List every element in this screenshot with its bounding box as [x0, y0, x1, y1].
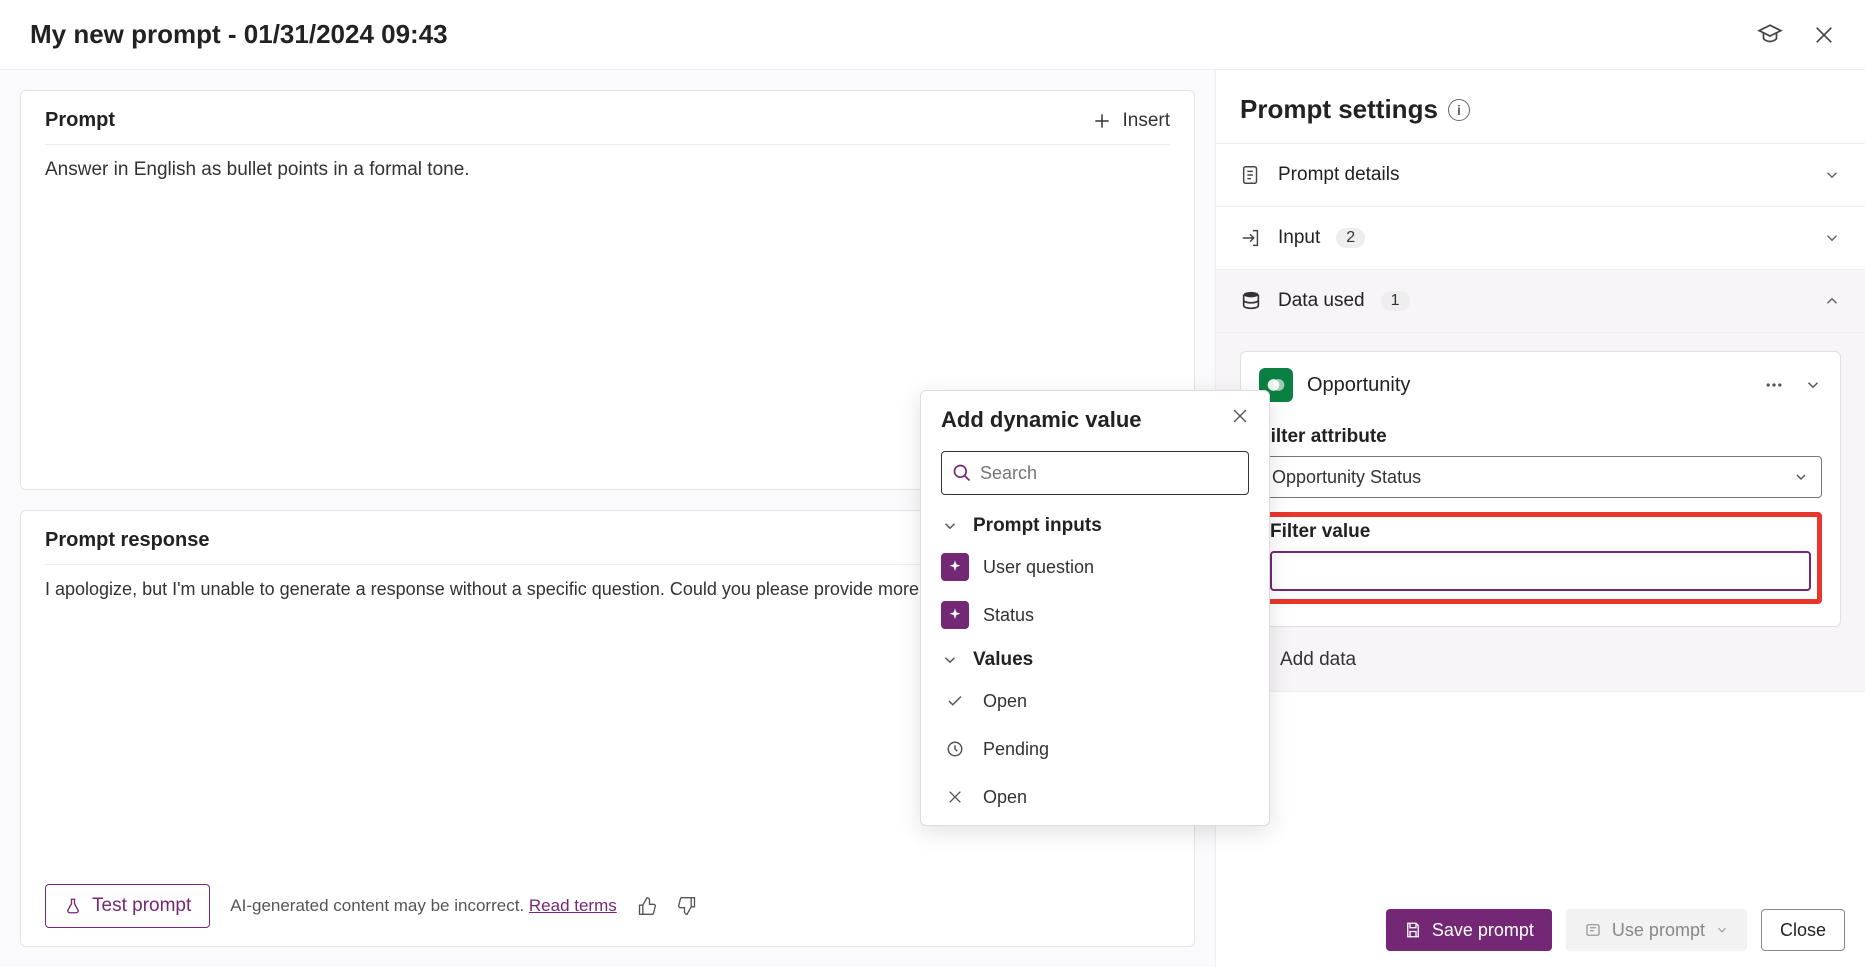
data-used-body: Opportunity Filter attribute Opportunity… [1216, 333, 1865, 692]
prompt-section-title: Prompt [45, 109, 115, 132]
response-section-title: Prompt response [45, 529, 209, 552]
filter-value-highlight: Filter value [1259, 512, 1822, 604]
sparkle-icon [941, 601, 969, 629]
prompt-input-item[interactable]: Status [921, 591, 1269, 639]
input-label: Input [1278, 227, 1320, 249]
value-label: Open [983, 691, 1027, 712]
prompt-input-label: Status [983, 605, 1034, 626]
thumbs-up-icon[interactable] [637, 896, 657, 916]
add-data-label: Add data [1280, 649, 1356, 671]
filter-value-input[interactable] [1270, 551, 1811, 591]
chevron-down-icon[interactable] [1804, 376, 1822, 394]
page-header: My new prompt - 01/31/2024 09:43 [0, 0, 1865, 70]
prompt-input-item[interactable]: User question [921, 543, 1269, 591]
footer-bar: Save prompt Use prompt Close [1216, 893, 1865, 967]
settings-title: Prompt settings [1240, 94, 1438, 125]
chevron-down-icon [941, 517, 959, 535]
learn-icon[interactable] [1757, 22, 1783, 48]
search-icon [952, 463, 972, 483]
close-label: Close [1780, 920, 1826, 941]
insert-button[interactable]: Insert [1092, 110, 1170, 132]
data-used-row[interactable]: Data used 1 [1216, 270, 1865, 333]
prompt-input-label: User question [983, 557, 1094, 578]
filter-attribute-select[interactable]: Opportunity Status [1259, 456, 1822, 498]
value-label: Pending [983, 739, 1049, 760]
read-terms-link[interactable]: Read terms [529, 896, 617, 915]
add-data-button[interactable]: Add data [1216, 627, 1865, 671]
chevron-down-icon [1823, 166, 1841, 184]
chevron-down-icon [941, 651, 959, 669]
values-label: Values [973, 649, 1033, 671]
prompt-inputs-section[interactable]: Prompt inputs [921, 505, 1269, 543]
chevron-down-icon [1793, 469, 1809, 485]
more-icon[interactable] [1764, 375, 1784, 395]
prompt-inputs-label: Prompt inputs [973, 515, 1102, 537]
data-used-count-badge: 1 [1381, 291, 1410, 311]
input-icon [1240, 227, 1262, 249]
chevron-down-icon [1823, 229, 1841, 247]
filter-attribute-label: Filter attribute [1259, 426, 1822, 448]
input-row[interactable]: Input 2 [1216, 207, 1865, 270]
search-input-wrap[interactable] [941, 451, 1249, 495]
chevron-down-icon [1715, 923, 1729, 937]
chevron-up-icon [1823, 292, 1841, 310]
info-icon[interactable]: i [1448, 99, 1470, 121]
close-button[interactable]: Close [1761, 909, 1845, 951]
settings-panel: Prompt settings i Prompt details Input 2 [1215, 70, 1865, 967]
input-count-badge: 2 [1336, 228, 1365, 248]
details-label: Prompt details [1278, 164, 1399, 186]
opportunity-title: Opportunity [1307, 374, 1410, 397]
close-icon[interactable] [1813, 24, 1835, 46]
dynamic-value-popover: Add dynamic value Prompt inputs User que… [920, 390, 1270, 826]
test-prompt-button[interactable]: Test prompt [45, 884, 210, 928]
value-item[interactable]: Open [921, 773, 1269, 821]
value-item[interactable]: Open [921, 677, 1269, 725]
filter-attribute-value: Opportunity Status [1272, 467, 1421, 488]
settings-header: Prompt settings i [1216, 70, 1865, 144]
search-input[interactable] [980, 463, 1238, 484]
ai-disclaimer: AI-generated content may be incorrect. R… [230, 896, 617, 916]
use-prompt-label: Use prompt [1612, 920, 1705, 941]
use-prompt-button[interactable]: Use prompt [1566, 909, 1747, 951]
data-used-label: Data used [1278, 290, 1365, 312]
test-prompt-label: Test prompt [92, 895, 191, 917]
popover-title: Add dynamic value [941, 407, 1142, 433]
thumbs-down-icon[interactable] [677, 896, 697, 916]
database-icon [1240, 290, 1262, 312]
value-item[interactable]: Pending [921, 725, 1269, 773]
close-icon[interactable] [1231, 407, 1249, 425]
prompt-details-row[interactable]: Prompt details [1216, 144, 1865, 207]
page-title: My new prompt - 01/31/2024 09:43 [30, 19, 448, 50]
header-actions [1757, 22, 1835, 48]
value-label: Open [983, 787, 1027, 808]
x-icon [941, 783, 969, 811]
check-icon [941, 687, 969, 715]
save-prompt-label: Save prompt [1432, 920, 1534, 941]
details-icon [1240, 164, 1262, 186]
opportunity-card: Opportunity Filter attribute Opportunity… [1240, 351, 1841, 627]
save-prompt-button[interactable]: Save prompt [1386, 909, 1552, 951]
filter-value-label: Filter value [1270, 521, 1811, 543]
insert-label: Insert [1122, 110, 1170, 132]
clock-icon [941, 735, 969, 763]
prompt-body[interactable]: Answer in English as bullet points in a … [45, 145, 1170, 181]
values-section[interactable]: Values [921, 639, 1269, 677]
sparkle-icon [941, 553, 969, 581]
